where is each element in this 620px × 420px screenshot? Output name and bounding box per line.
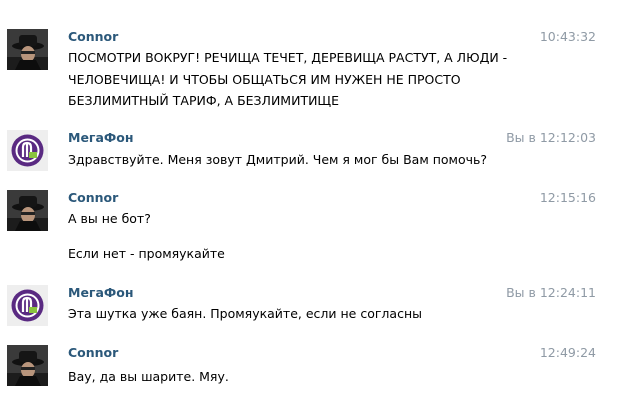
message-text: Здравствуйте. Меня зовут Дмитрий. Чем я …: [68, 152, 488, 167]
megafon-logo-icon[interactable]: [7, 130, 48, 171]
message-time[interactable]: 12:15:16: [540, 190, 596, 206]
message-item: Connor 12:15:16 А вы не бот? Если нет - …: [0, 190, 620, 262]
message-text: Эта шутка уже баян. Промяукайте, если не…: [68, 306, 422, 321]
message-text: ПОСМОТРИ ВОКРУГ! РЕЧИЩА ТЕЧЕТ, ДЕРЕВИЩА …: [68, 50, 508, 65]
message-item: МегаФон Вы в 12:12:03 Здравствуйте. Меня…: [0, 130, 620, 175]
connor-avatar-icon[interactable]: [7, 29, 48, 70]
message-author[interactable]: МегаФон: [68, 285, 134, 301]
message-time[interactable]: Вы в 12:24:11: [506, 285, 596, 301]
megafon-logo-icon[interactable]: [7, 285, 48, 326]
message-item: Connor 12:49:24 Вау, да вы шарите. Мяу.: [0, 345, 620, 390]
message-time[interactable]: 12:49:24: [540, 345, 596, 361]
message-author[interactable]: Connor: [68, 345, 118, 361]
message-author[interactable]: Connor: [68, 29, 118, 45]
message-text: ЧЕЛОВЕЧИЩА! И ЧТОБЫ ОБЩАТЬСЯ ИМ НУЖЕН НЕ…: [68, 72, 461, 87]
connor-avatar-icon[interactable]: [7, 345, 48, 386]
message-text: А вы не бот?: [68, 211, 151, 226]
message-time[interactable]: Вы в 12:12:03: [506, 130, 596, 146]
message-item: Connor 10:43:32 ПОСМОТРИ ВОКРУГ! РЕЧИЩА …: [0, 29, 620, 109]
chat-history: Connor 10:43:32 ПОСМОТРИ ВОКРУГ! РЕЧИЩА …: [0, 0, 620, 420]
message-author[interactable]: МегаФон: [68, 130, 134, 146]
message-text: Если нет - промяукайте: [68, 246, 225, 261]
message-text: Вау, да вы шарите. Мяу.: [68, 369, 229, 384]
message-author[interactable]: Connor: [68, 190, 118, 206]
connor-avatar-icon[interactable]: [7, 190, 48, 231]
message-time[interactable]: 10:43:32: [540, 29, 596, 45]
message-text: БЕЗЛИМИТНЫЙ ТАРИФ, А БЕЗЛИМИТИЩЕ: [68, 93, 339, 108]
message-item: МегаФон Вы в 12:24:11 Эта шутка уже баян…: [0, 285, 620, 330]
